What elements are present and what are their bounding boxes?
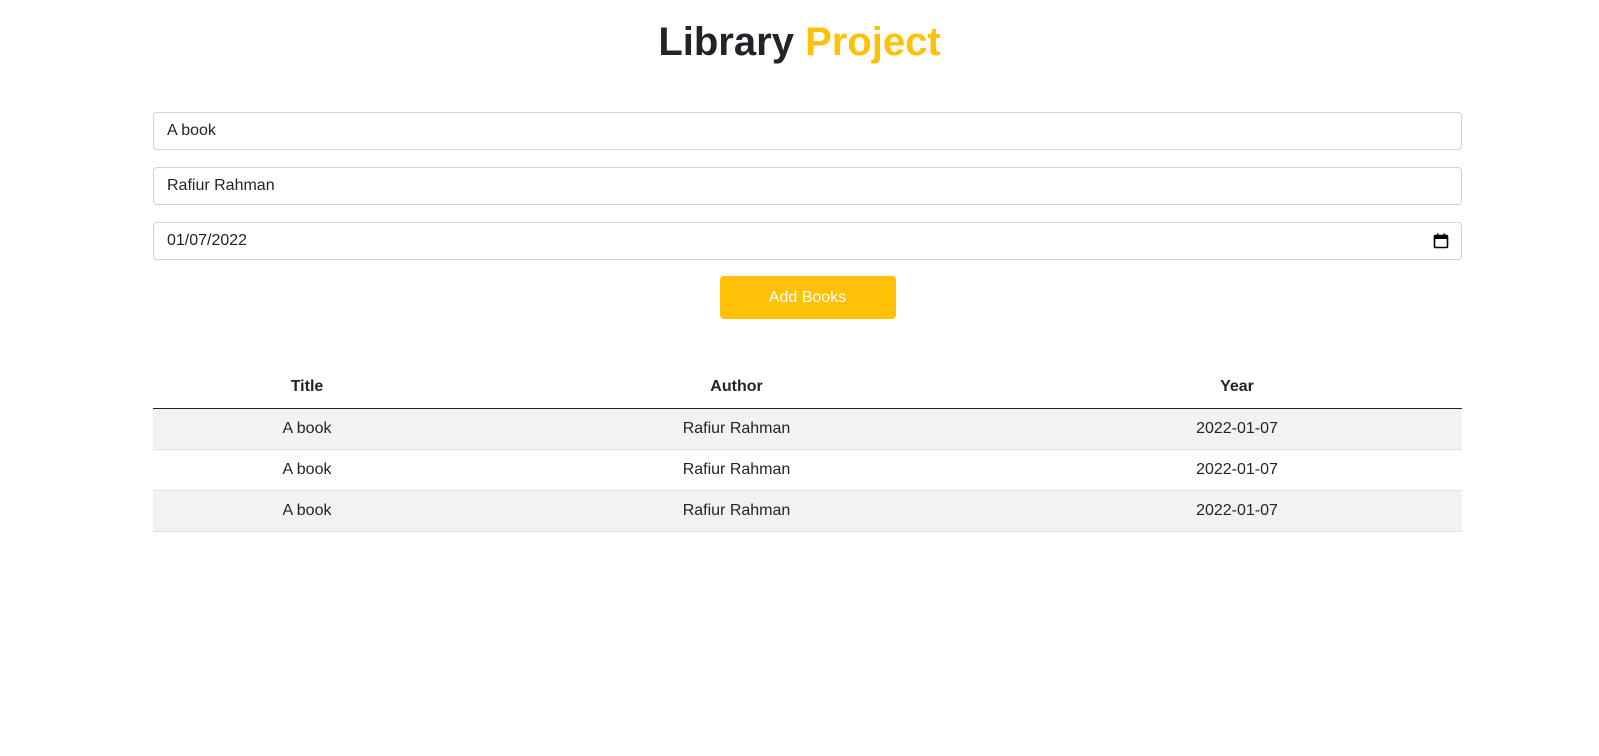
cell-author: Rafiur Rahman — [461, 449, 1012, 491]
button-row: Add Books — [153, 276, 1462, 319]
cell-year: 2022-01-07 — [1012, 449, 1462, 491]
date-field[interactable] — [153, 222, 1462, 260]
cell-title: A book — [153, 490, 461, 532]
page: Library Project Add Books Title Author — [0, 0, 1599, 756]
column-header-author: Author — [461, 367, 1012, 409]
cell-title: A book — [153, 408, 461, 450]
page-title: Library Project — [0, 14, 1599, 70]
table-row: A book Rafiur Rahman 2022-01-07 — [153, 449, 1462, 491]
table-row: A book Rafiur Rahman 2022-01-07 — [153, 490, 1462, 532]
books-table: Title Author Year A book Rafiur Rahman 2… — [153, 367, 1462, 532]
page-title-main: Library — [658, 20, 794, 64]
table-row: A book Rafiur Rahman 2022-01-07 — [153, 408, 1462, 450]
date-input[interactable] — [167, 232, 1448, 250]
cell-author: Rafiur Rahman — [461, 490, 1012, 532]
add-book-form: Add Books — [153, 112, 1462, 319]
column-header-year: Year — [1012, 367, 1462, 409]
cell-year: 2022-01-07 — [1012, 490, 1462, 532]
calendar-icon[interactable] — [1433, 233, 1449, 249]
title-field[interactable] — [153, 112, 1462, 150]
cell-year: 2022-01-07 — [1012, 408, 1462, 450]
table-header-row: Title Author Year — [153, 367, 1462, 409]
author-field[interactable] — [153, 167, 1462, 205]
author-input[interactable] — [167, 177, 1448, 195]
add-books-button[interactable]: Add Books — [719, 276, 896, 319]
title-input[interactable] — [167, 122, 1448, 140]
cell-author: Rafiur Rahman — [461, 408, 1012, 450]
cell-title: A book — [153, 449, 461, 491]
page-title-accent: Project — [805, 20, 941, 64]
column-header-title: Title — [153, 367, 461, 409]
